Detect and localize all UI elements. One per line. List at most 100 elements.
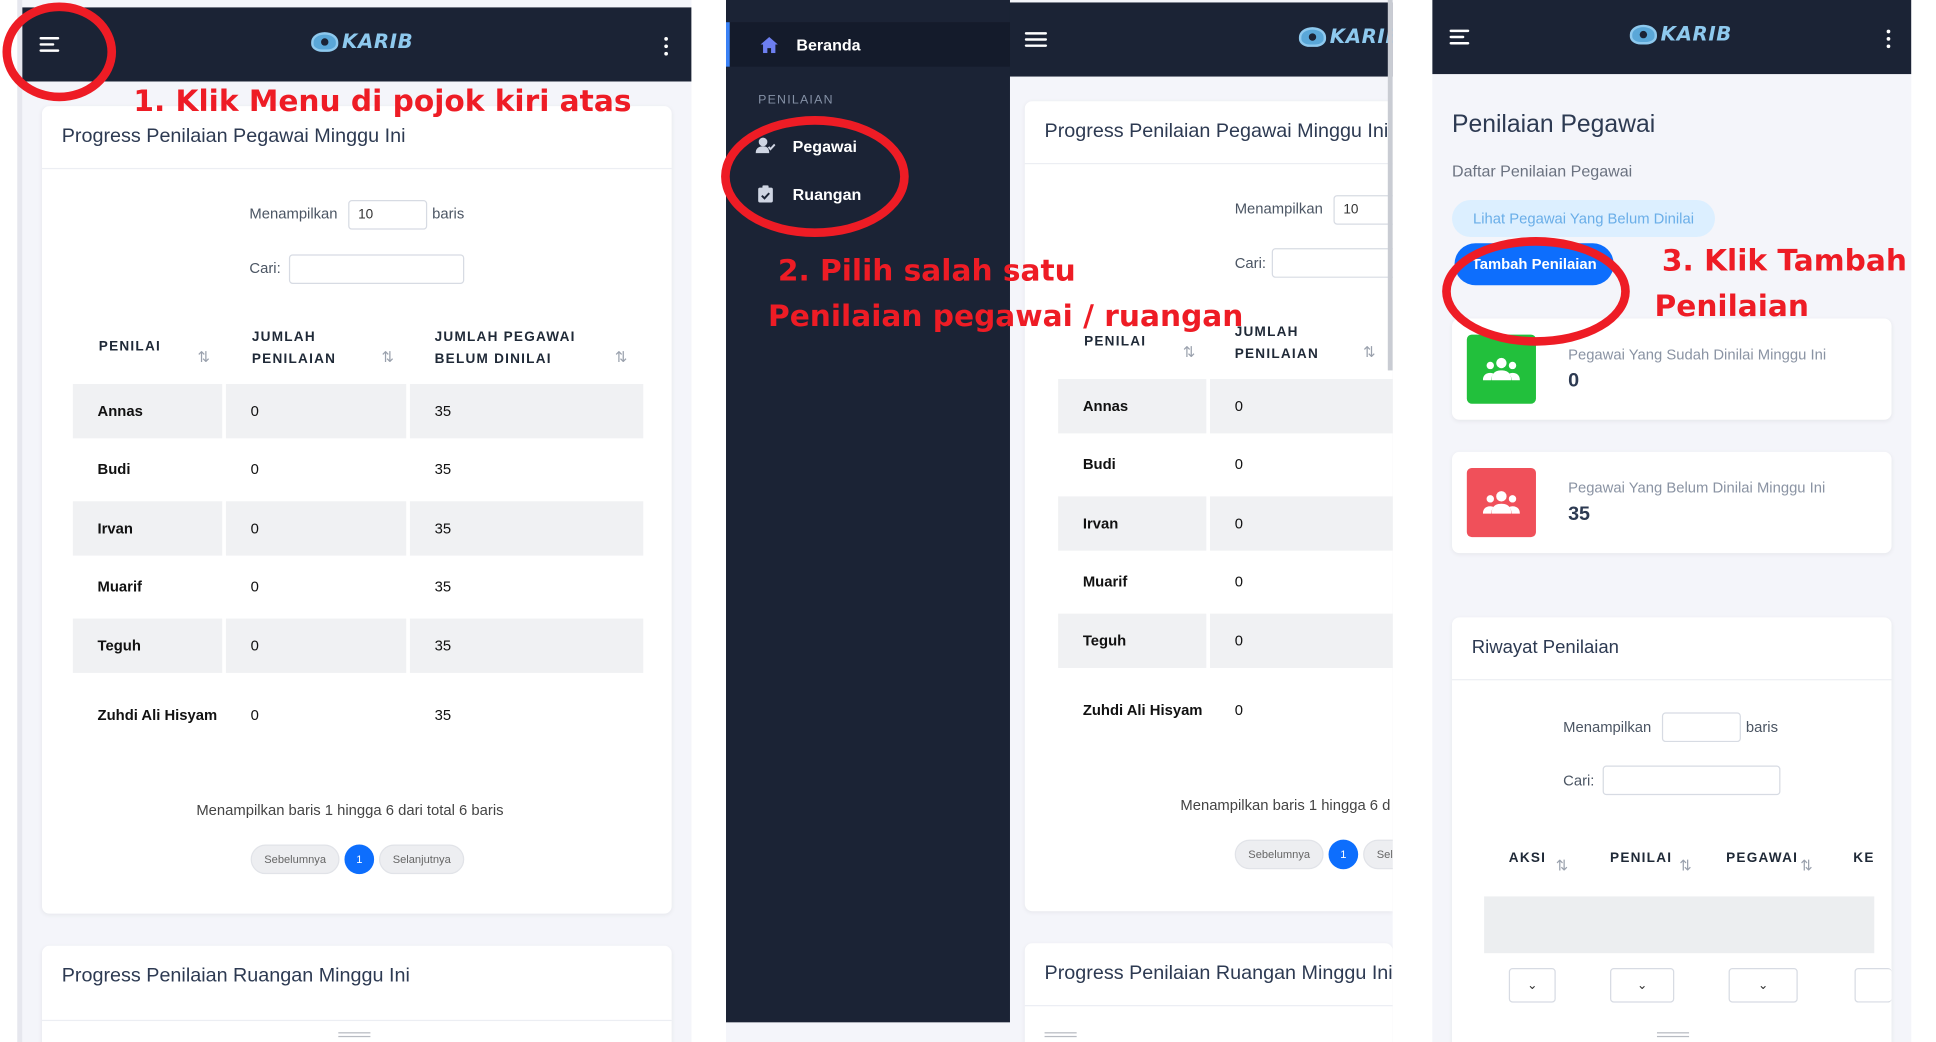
next-page-button[interactable]: Sel bbox=[1363, 839, 1393, 870]
search-input[interactable] bbox=[1271, 248, 1393, 278]
cell-penilai: Teguh bbox=[72, 618, 223, 673]
cell-penilai: Teguh bbox=[1058, 613, 1207, 668]
highlight-ring-tambah bbox=[1442, 237, 1630, 346]
table-row: Annas 0 bbox=[1058, 379, 1393, 434]
rows-label: baris bbox=[432, 204, 465, 223]
sort-icon[interactable]: ⇅ bbox=[615, 348, 627, 365]
column-header-penilai[interactable]: PENILAI bbox=[99, 336, 198, 358]
resize-handle[interactable] bbox=[1656, 1032, 1690, 1038]
card-title: Progress Penilaian Pegawai Minggu Ini bbox=[1044, 121, 1389, 142]
lihat-belum-dinilai-button[interactable]: Lihat Pegawai Yang Belum Dinilai bbox=[1452, 200, 1715, 238]
cell-penilai: Muarif bbox=[97, 577, 142, 596]
table-row: Budi 0 bbox=[1058, 437, 1393, 491]
logo-mark-icon bbox=[1298, 26, 1327, 47]
sidebar-item-beranda[interactable]: Beranda bbox=[726, 22, 1010, 67]
page-length-input[interactable]: 10 bbox=[1333, 195, 1393, 225]
sort-icon[interactable]: ⇅ bbox=[1556, 857, 1568, 874]
cell-jumlah: 0 bbox=[250, 706, 259, 724]
sort-icon[interactable]: ⇅ bbox=[1800, 857, 1812, 874]
sort-icon[interactable]: ⇅ bbox=[1679, 857, 1691, 874]
page-length-input[interactable]: 10 bbox=[348, 200, 428, 230]
table-info: Menampilkan baris 1 hingga 6 dari total … bbox=[196, 801, 504, 819]
cell-penilai: Annas bbox=[1058, 379, 1207, 434]
resize-handle[interactable] bbox=[338, 1032, 371, 1038]
column-header-penilai[interactable]: PENILAI bbox=[1084, 331, 1183, 353]
home-icon bbox=[759, 36, 779, 53]
pagination: Sebelumnya 1 Selanjutnya bbox=[250, 844, 465, 875]
filter-select-pegawai[interactable]: ⌄ bbox=[1728, 968, 1798, 1003]
cell-jumlah: 0 bbox=[250, 460, 259, 478]
stat-label: Pegawai Yang Sudah Dinilai Minggu Ini bbox=[1568, 345, 1827, 364]
card-divider bbox=[41, 1019, 672, 1022]
page-1-button[interactable]: 1 bbox=[344, 844, 375, 875]
search-input[interactable] bbox=[288, 254, 465, 284]
cell-jumlah: 0 bbox=[1210, 613, 1393, 668]
stat-value: 0 bbox=[1568, 370, 1580, 392]
table-row: Irvan 0 35 bbox=[72, 501, 644, 556]
karib-logo: KARIB bbox=[1298, 25, 1393, 48]
card-divider bbox=[1452, 679, 1892, 681]
cell-penilai: Zuhdi Ali Hisyam bbox=[97, 706, 218, 724]
annotation-step-2-line-1: 2. Pilih salah satu bbox=[777, 253, 1076, 288]
search-label: Cari: bbox=[1234, 254, 1266, 272]
progress-ruangan-card: Progress Penilaian Ruangan Minggu Ini bbox=[1024, 943, 1393, 1042]
menu-toggle-icon[interactable] bbox=[1449, 22, 1480, 52]
column-header-aksi[interactable]: AKSI bbox=[1509, 847, 1546, 869]
next-page-button[interactable]: Selanjutnya bbox=[379, 844, 465, 875]
stat-card-belum: Pegawai Yang Belum Dinilai Minggu Ini 35 bbox=[1452, 451, 1892, 554]
kebab-menu-icon[interactable] bbox=[1886, 29, 1891, 49]
card-title: Progress Penilaian Pegawai Minggu Ini bbox=[61, 125, 406, 147]
cell-belum: 35 bbox=[434, 460, 452, 478]
sort-icon[interactable]: ⇅ bbox=[198, 348, 210, 365]
column-header-ke[interactable]: KE bbox=[1853, 847, 1874, 869]
pagination: Sebelumnya 1 Sel bbox=[1234, 839, 1393, 870]
annotation-step-1: 1. Klik Menu di pojok kiri atas bbox=[133, 83, 632, 119]
page-length-input[interactable] bbox=[1661, 712, 1741, 743]
column-header-pegawai[interactable]: PEGAWAI bbox=[1726, 847, 1798, 869]
cell-jumlah: 0 bbox=[250, 577, 259, 596]
menu-toggle-icon[interactable] bbox=[1024, 25, 1055, 55]
scrollbar-track[interactable] bbox=[1387, 0, 1393, 371]
logo-text: KARIB bbox=[1660, 22, 1732, 46]
empty-table-row bbox=[1484, 896, 1875, 954]
column-header-penilai[interactable]: PENILAI bbox=[1610, 847, 1672, 869]
card-title: Progress Penilaian Ruangan Minggu Ini bbox=[61, 965, 410, 987]
logo-text: KARIB bbox=[342, 29, 414, 54]
prev-page-button[interactable]: Sebelumnya bbox=[1234, 839, 1324, 870]
column-header-belum[interactable]: JUMLAH PEGAWAI BELUM DINILAI bbox=[435, 326, 608, 370]
page-title: Penilaian Pegawai bbox=[1452, 111, 1656, 139]
table-row: Zuhdi Ali Hisyam 0 35 bbox=[73, 677, 643, 754]
filter-select-ke[interactable] bbox=[1854, 968, 1892, 1003]
sort-icon[interactable]: ⇅ bbox=[1183, 343, 1195, 360]
chevron-down-icon: ⌄ bbox=[1757, 978, 1769, 993]
stat-value: 35 bbox=[1568, 503, 1591, 525]
rows-label: baris bbox=[1745, 718, 1778, 736]
filter-select-penilai[interactable]: ⌄ bbox=[1610, 968, 1675, 1003]
page-1-button[interactable]: 1 bbox=[1328, 839, 1359, 870]
card-title: Progress Penilaian Ruangan Minggu Ini bbox=[1044, 963, 1393, 985]
highlight-ring-sidebar bbox=[721, 116, 909, 238]
logo-mark-icon bbox=[1629, 24, 1657, 44]
cell-jumlah: 0 bbox=[1234, 455, 1243, 473]
logo-mark-icon bbox=[311, 31, 339, 52]
resize-handle[interactable] bbox=[1044, 1032, 1077, 1038]
filter-select-aksi[interactable]: ⌄ bbox=[1508, 968, 1556, 1003]
cell-jumlah: 0 bbox=[1210, 496, 1393, 551]
panel-step-3: KARIB Penilaian Pegawai Daftar Penilaian… bbox=[1432, 0, 1912, 1042]
search-label: Cari: bbox=[1563, 771, 1595, 789]
search-input[interactable] bbox=[1602, 765, 1781, 796]
prev-page-button[interactable]: Sebelumnya bbox=[250, 844, 340, 875]
column-header-jumlah[interactable]: JUMLAH PENILAIAN bbox=[1235, 321, 1346, 365]
table-row: Budi 0 35 bbox=[73, 442, 643, 496]
sort-icon[interactable]: ⇅ bbox=[382, 348, 394, 365]
sidebar-item-label: Beranda bbox=[796, 35, 861, 54]
cell-jumlah: 0 bbox=[225, 501, 407, 556]
column-header-jumlah[interactable]: JUMLAH PENILAIAN bbox=[252, 326, 363, 370]
chevron-down-icon: ⌄ bbox=[1527, 978, 1538, 993]
kebab-menu-icon[interactable] bbox=[664, 37, 668, 56]
sort-icon[interactable]: ⇅ bbox=[1363, 343, 1375, 360]
cell-penilai: Budi bbox=[97, 460, 131, 478]
top-navbar: KARIB bbox=[22, 7, 692, 82]
table-row: Teguh 0 35 bbox=[72, 618, 644, 673]
progress-pegawai-card: Progress Penilaian Pegawai Minggu Ini Me… bbox=[1024, 101, 1393, 912]
